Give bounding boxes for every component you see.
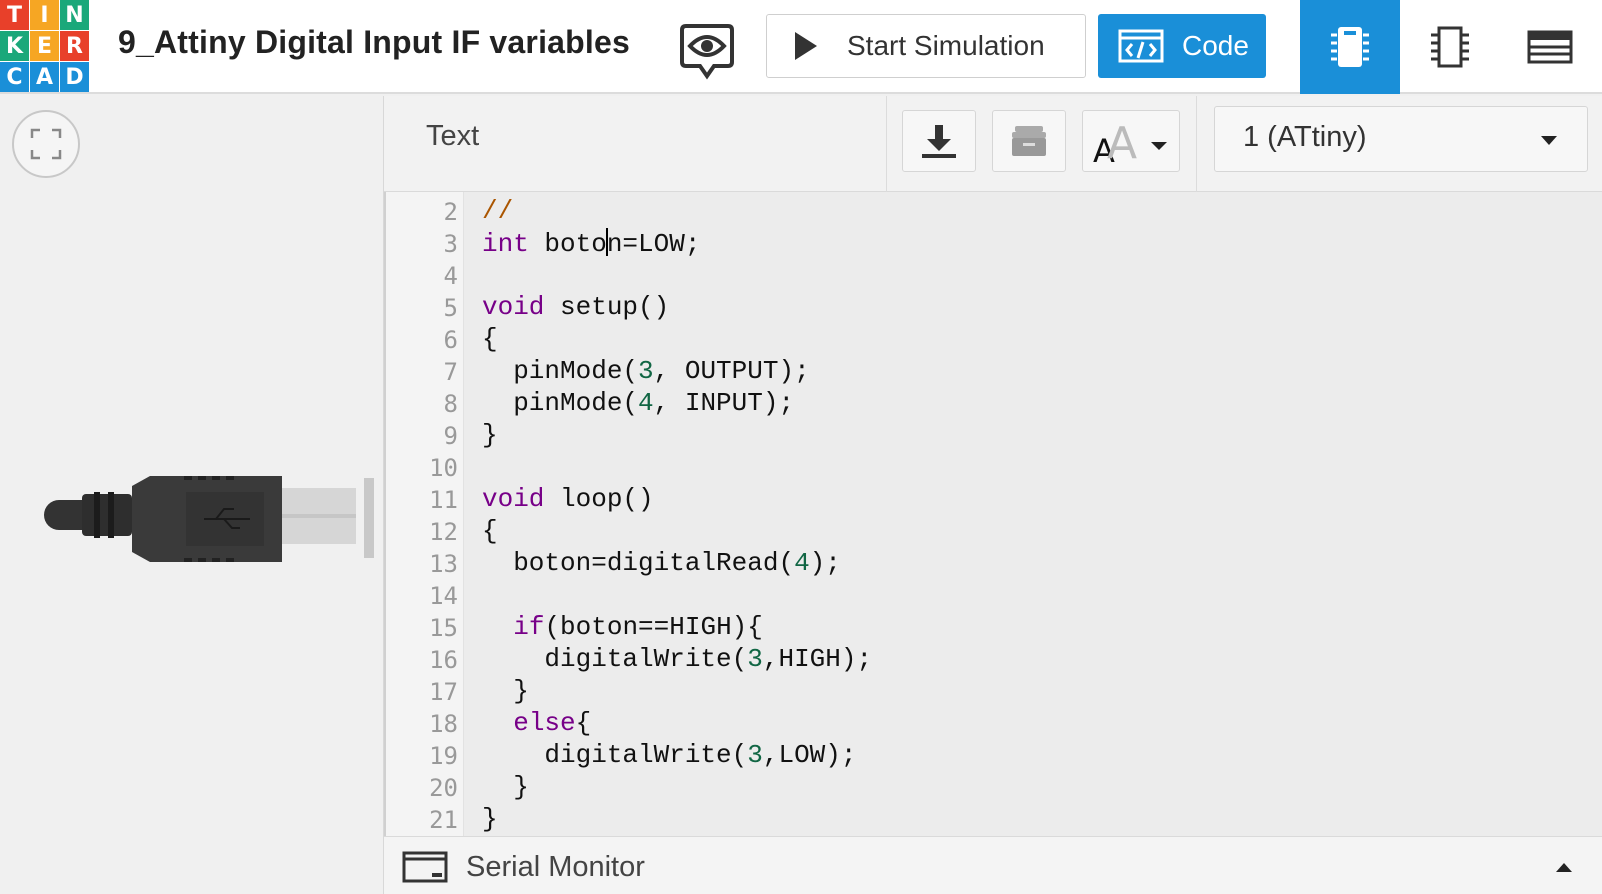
eye-icon (680, 24, 734, 80)
line-number: 20 (429, 774, 458, 802)
device-select-value: 1 (ATtiny) (1243, 121, 1367, 153)
component-icon (1331, 27, 1369, 67)
list-icon (1527, 30, 1573, 64)
font-size-dropdown[interactable]: A A (1082, 110, 1180, 172)
line-number: 3 (443, 230, 458, 258)
chevron-down-icon (1541, 136, 1557, 145)
chip-icon (1431, 26, 1469, 68)
code-label: Code (1182, 30, 1249, 61)
usb-cable[interactable] (44, 476, 374, 576)
code-line: } (482, 804, 498, 834)
logo-letter: D (60, 62, 89, 92)
logo-letter: E (30, 31, 59, 61)
view-toggle-button[interactable] (680, 20, 734, 80)
logo-letter: C (0, 62, 29, 92)
code-line: pinMode(4, INPUT); (482, 388, 795, 418)
circuit-canvas[interactable] (0, 96, 384, 894)
tab-components[interactable] (1300, 0, 1400, 94)
tab-schematic[interactable] (1400, 0, 1500, 94)
code-button[interactable]: Code (1098, 14, 1266, 78)
code-line: } (482, 772, 529, 802)
line-number: 4 (443, 262, 458, 290)
line-number: 15 (429, 614, 458, 642)
code-line: } (482, 676, 529, 706)
code-editor[interactable]: 2 3 4 5 6 7 8 9 10 11 12 13 14 15 16 17 … (384, 192, 1602, 836)
line-number: 7 (443, 358, 458, 386)
logo-letter: K (0, 31, 29, 61)
serial-monitor-icon (402, 851, 448, 883)
code-line: { (482, 516, 498, 546)
line-number: 10 (429, 454, 458, 482)
line-number: 21 (429, 806, 458, 834)
top-bar: T I N K E R C A D 9_Attiny Digital Input… (0, 0, 1602, 94)
line-number: 12 (429, 518, 458, 546)
download-button[interactable] (902, 110, 976, 172)
logo-letter: N (60, 0, 89, 30)
line-number: 19 (429, 742, 458, 770)
code-line: digitalWrite(3,HIGH); (482, 644, 873, 674)
serial-monitor-label: Serial Monitor (466, 851, 645, 883)
code-line: void setup() (482, 292, 670, 322)
code-line: else{ (513, 708, 592, 738)
svg-text:A: A (1107, 118, 1137, 166)
code-line: int boton=LOW; (482, 228, 701, 259)
code-line: pinMode(3, OUTPUT); (482, 356, 810, 386)
chevron-up-icon[interactable] (1556, 863, 1572, 872)
device-select[interactable]: 1 (ATtiny) (1214, 106, 1588, 172)
start-simulation-label: Start Simulation (847, 30, 1045, 61)
logo-letter: T (0, 0, 29, 30)
download-icon (922, 125, 956, 158)
line-number: 5 (443, 294, 458, 322)
line-number: 11 (429, 486, 458, 514)
line-number: 18 (429, 710, 458, 738)
code-line: { (482, 324, 498, 354)
start-simulation-button[interactable]: Start Simulation (766, 14, 1086, 78)
line-number: 13 (429, 550, 458, 578)
line-number: 9 (443, 422, 458, 450)
line-number: 6 (443, 326, 458, 354)
zoom-to-fit-button[interactable] (12, 110, 80, 178)
logo-letter: R (60, 31, 89, 61)
code-line: boton=digitalRead(4); (482, 548, 841, 578)
play-icon (795, 32, 817, 60)
font-size-icon: A A (1093, 118, 1167, 166)
text-cursor (605, 228, 608, 256)
code-panel: Text A A 1 (ATtiny) 2 3 4 5 6 7 8 9 10 1… (384, 96, 1602, 894)
code-toolbar: Text A A 1 (ATtiny) (384, 96, 1602, 192)
logo-letter: I (30, 0, 59, 30)
line-number-gutter: 2 3 4 5 6 7 8 9 10 11 12 13 14 15 16 17 … (386, 192, 464, 836)
archive-icon (1012, 126, 1046, 156)
line-number: 16 (429, 646, 458, 674)
code-line: if(boton==HIGH){ (513, 612, 763, 642)
code-line: digitalWrite(3,LOW); (482, 740, 857, 770)
code-line: } (482, 420, 498, 450)
code-icon (1118, 29, 1164, 63)
line-number: 17 (429, 678, 458, 706)
fit-view-icon (30, 128, 62, 160)
line-number: 8 (443, 390, 458, 418)
line-number: 14 (429, 582, 458, 610)
editor-mode-dropdown[interactable]: Text (426, 120, 479, 153)
project-title[interactable]: 9_Attiny Digital Input IF variables (118, 24, 630, 61)
tab-component-list[interactable] (1500, 0, 1600, 94)
libraries-button[interactable] (992, 110, 1066, 172)
tinkercad-logo[interactable]: T I N K E R C A D (0, 0, 89, 92)
code-line: // (482, 196, 514, 226)
line-number: 2 (443, 198, 458, 226)
code-line: void loop() (482, 484, 654, 514)
serial-monitor-bar[interactable]: Serial Monitor (384, 836, 1602, 894)
logo-letter: A (30, 62, 59, 92)
